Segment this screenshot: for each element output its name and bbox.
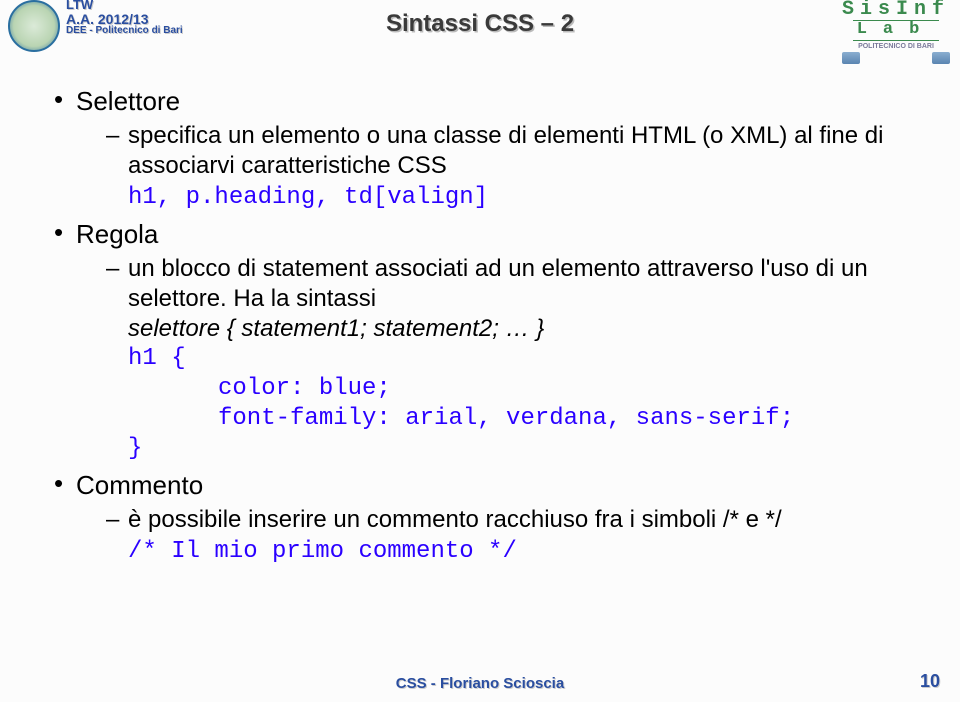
bullet-selettore: Selettore specifica un elemento o una cl… xyxy=(48,86,912,213)
polytechnic-label: POLITECNICO DI BARI xyxy=(842,43,950,50)
slide-body: Selettore specifica un elemento o una cl… xyxy=(0,56,960,567)
academic-year: A.A. 2012/13 xyxy=(66,12,183,27)
lab-label: Lab xyxy=(853,20,940,41)
code-line-2: color: blue; xyxy=(218,375,391,402)
selettore-heading: Selettore xyxy=(76,86,180,116)
code-line-4: } xyxy=(128,435,142,462)
commento-code: /* Il mio primo commento */ xyxy=(128,538,517,565)
regola-code-block: h1 { color: blue; font-family: arial, ve… xyxy=(128,344,912,464)
slide-footer: CSS - Floriano Scioscia xyxy=(0,675,960,692)
bullet-regola: Regola un blocco di statement associati … xyxy=(48,219,912,464)
code-line-3: font-family: arial, verdana, sans-serif; xyxy=(218,405,794,432)
page-number: 10 xyxy=(920,671,940,692)
department-label: DEE - Politecnico di Bari xyxy=(66,26,183,37)
slide-header: LTW A.A. 2012/13 DEE - Politecnico di Ba… xyxy=(0,0,960,56)
right-mini-icons xyxy=(842,52,950,64)
left-text-block: LTW A.A. 2012/13 DEE - Politecnico di Ba… xyxy=(66,0,183,37)
regola-heading: Regola xyxy=(76,219,158,249)
course-abbr: LTW xyxy=(66,0,183,12)
commento-heading: Commento xyxy=(76,470,203,500)
regola-syntax: selettore { statement1; statement2; … } xyxy=(128,315,544,342)
regola-desc: un blocco di statement associati ad un e… xyxy=(106,254,912,464)
right-logo-block: SisInf Lab POLITECNICO DI BARI xyxy=(842,0,950,64)
regola-desc-text: un blocco di statement associati ad un e… xyxy=(128,255,868,312)
slide-title: Sintassi CSS – 2 xyxy=(386,10,574,38)
commento-desc-text: è possibile inserire un commento racchiu… xyxy=(128,506,782,533)
mini-icon xyxy=(932,52,950,64)
selettore-desc-text: specifica un elemento o una classe di el… xyxy=(128,122,883,179)
university-seal-icon xyxy=(8,0,60,52)
selettore-desc: specifica un elemento o una classe di el… xyxy=(106,121,912,213)
mini-icon xyxy=(842,52,860,64)
left-logo-block: LTW A.A. 2012/13 DEE - Politecnico di Ba… xyxy=(8,0,183,52)
sisinf-label: SisInf xyxy=(842,0,950,20)
code-line-1: h1 { xyxy=(128,345,186,372)
selettore-code: h1, p.heading, td[valign] xyxy=(128,184,488,211)
bullet-commento: Commento è possibile inserire un comment… xyxy=(48,470,912,567)
commento-desc: è possibile inserire un commento racchiu… xyxy=(106,505,912,567)
